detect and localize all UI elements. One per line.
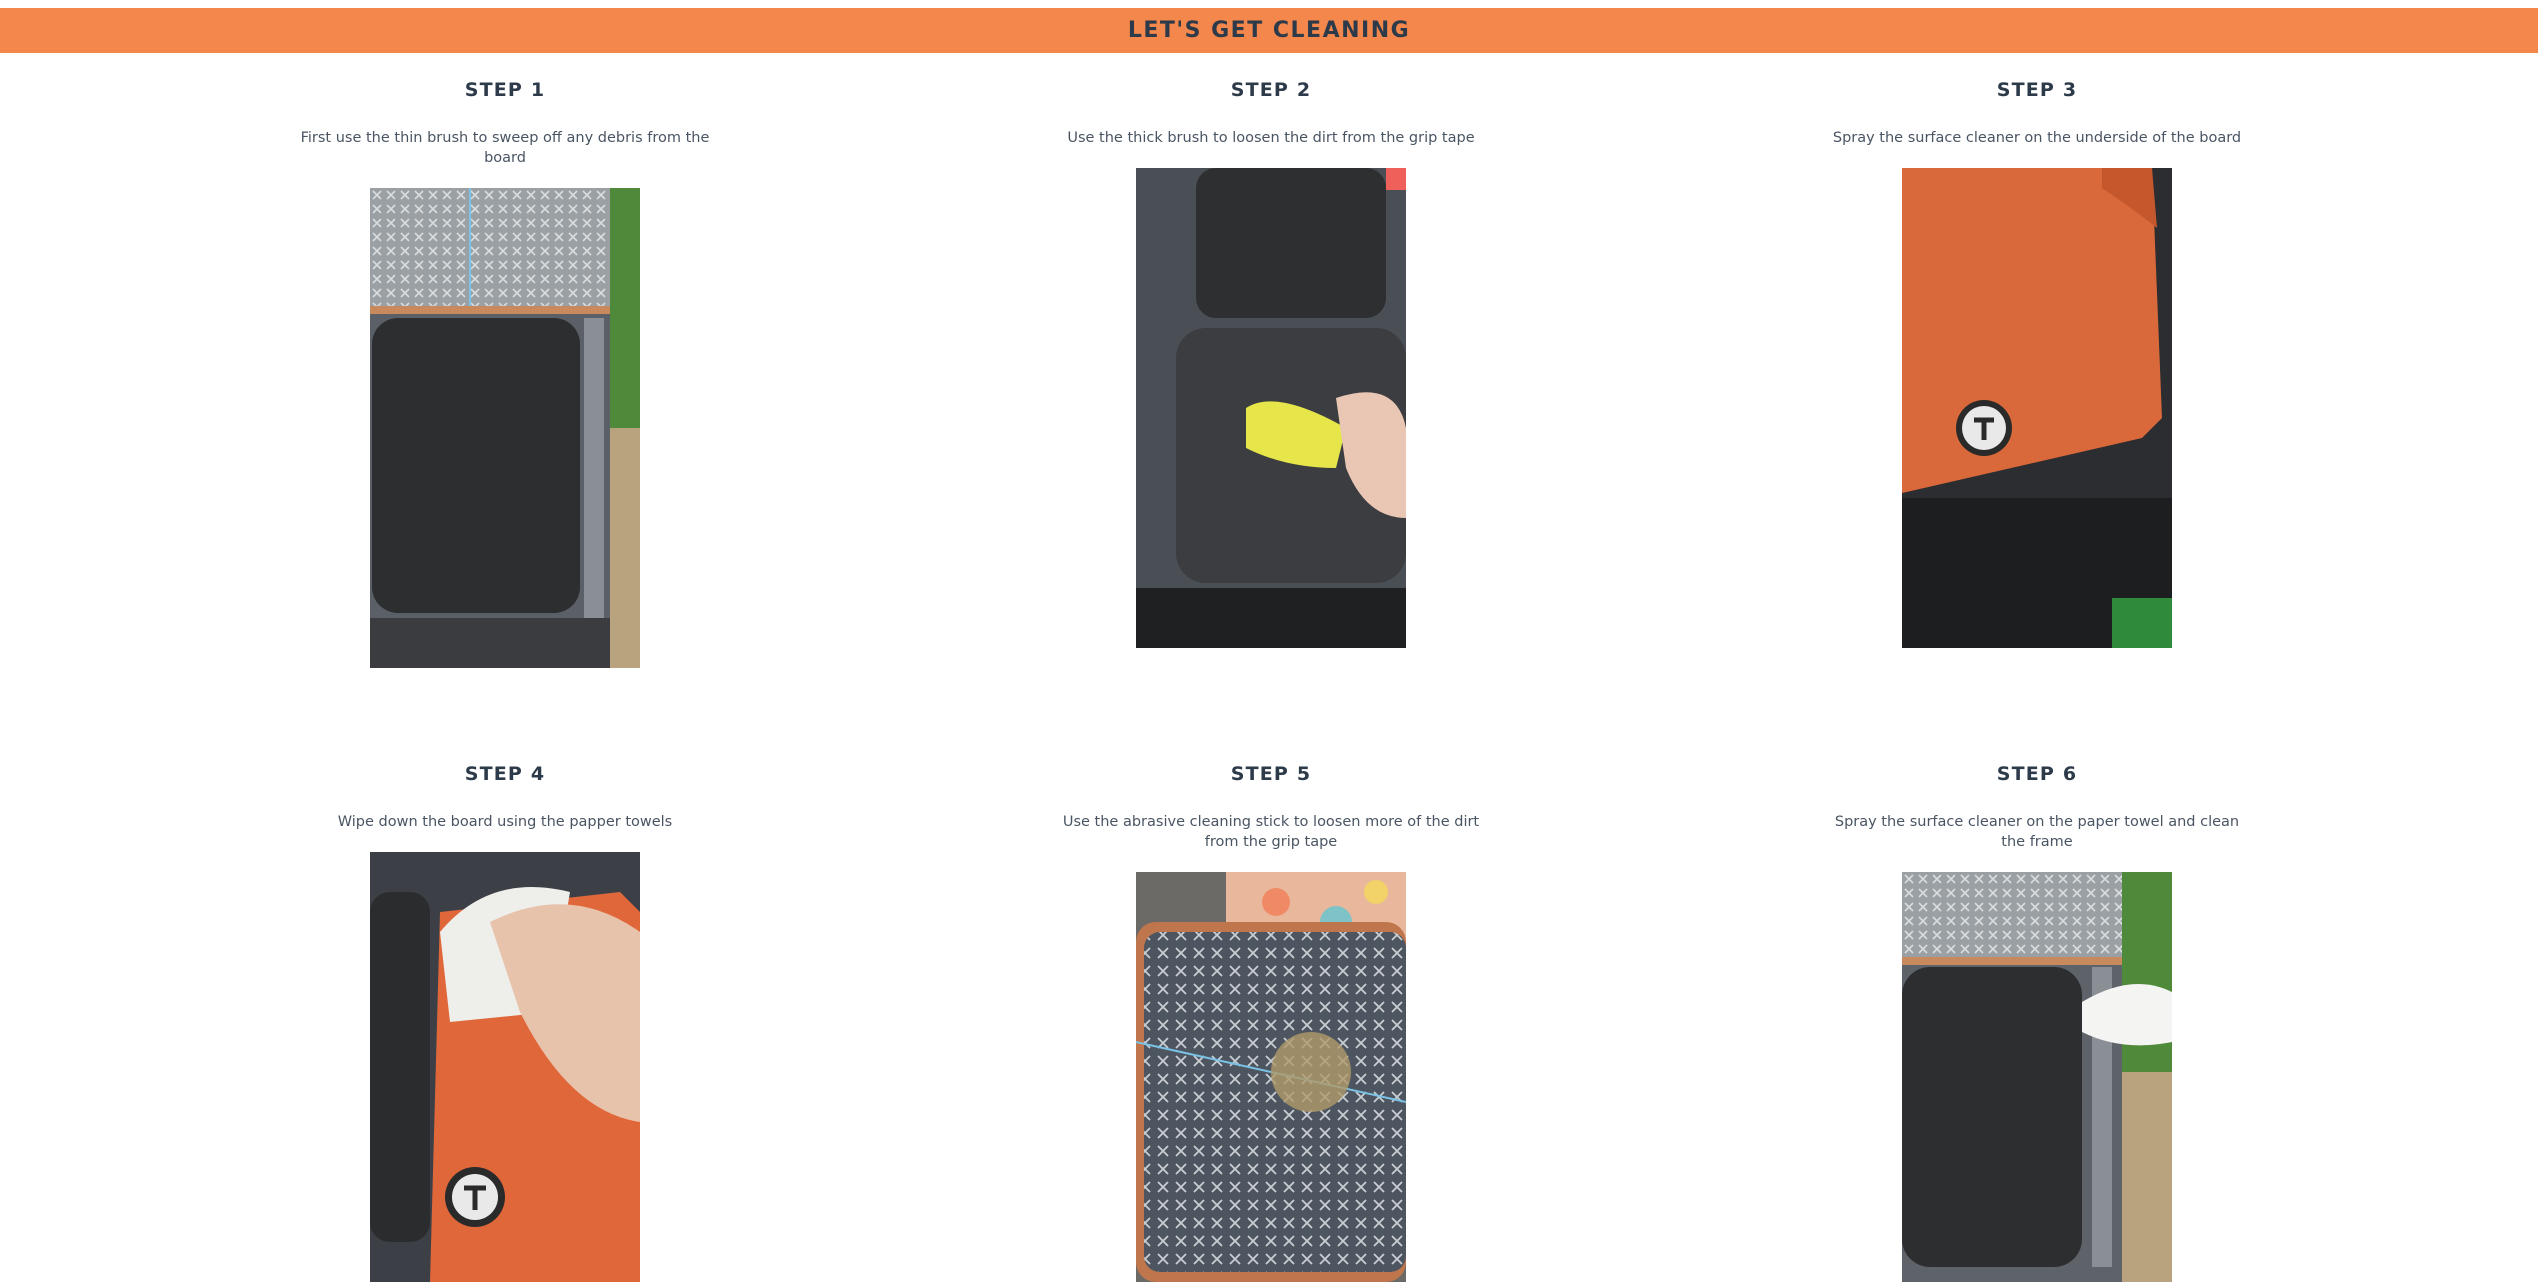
step-card-3: STEP 3 Spray the surface cleaner on the … — [1827, 78, 2247, 648]
step-description: Spray the surface cleaner on the undersi… — [1832, 130, 2242, 146]
step-1-photo — [370, 188, 640, 668]
step-title: STEP 6 — [1996, 763, 2078, 785]
step-description: Spray the surface cleaner on the paper t… — [1834, 814, 2240, 850]
step-title: STEP 4 — [464, 763, 546, 785]
step-description: Wipe down the board using the papper tow… — [337, 814, 673, 830]
step-description: Use the thick brush to loosen the dirt f… — [1067, 130, 1475, 146]
step-card-1: STEP 1 First use the thin brush to sweep… — [295, 78, 715, 668]
step-2-photo — [1136, 168, 1406, 648]
step-card-6: STEP 6 Spray the surface cleaner on the … — [1827, 762, 2247, 1282]
step-3-photo — [1902, 168, 2172, 648]
step-description: Use the abrasive cleaning stick to loose… — [1062, 814, 1480, 850]
step-card-5: STEP 5 Use the abrasive cleaning stick t… — [1061, 762, 1481, 1282]
page-title: LET'S GET CLEANING — [1127, 18, 1411, 43]
step-5-photo — [1136, 872, 1406, 1282]
step-card-4: STEP 4 Wipe down the board using the pap… — [295, 762, 715, 1282]
page-banner: LET'S GET CLEANING — [0, 8, 2538, 53]
step-title: STEP 1 — [464, 79, 546, 101]
step-title: STEP 2 — [1230, 79, 1312, 101]
step-description: First use the thin brush to sweep off an… — [300, 130, 710, 166]
step-6-photo — [1902, 872, 2172, 1282]
step-title: STEP 3 — [1996, 79, 2078, 101]
step-card-2: STEP 2 Use the thick brush to loosen the… — [1061, 78, 1481, 648]
step-title: STEP 5 — [1230, 763, 1312, 785]
step-4-photo — [370, 852, 640, 1282]
